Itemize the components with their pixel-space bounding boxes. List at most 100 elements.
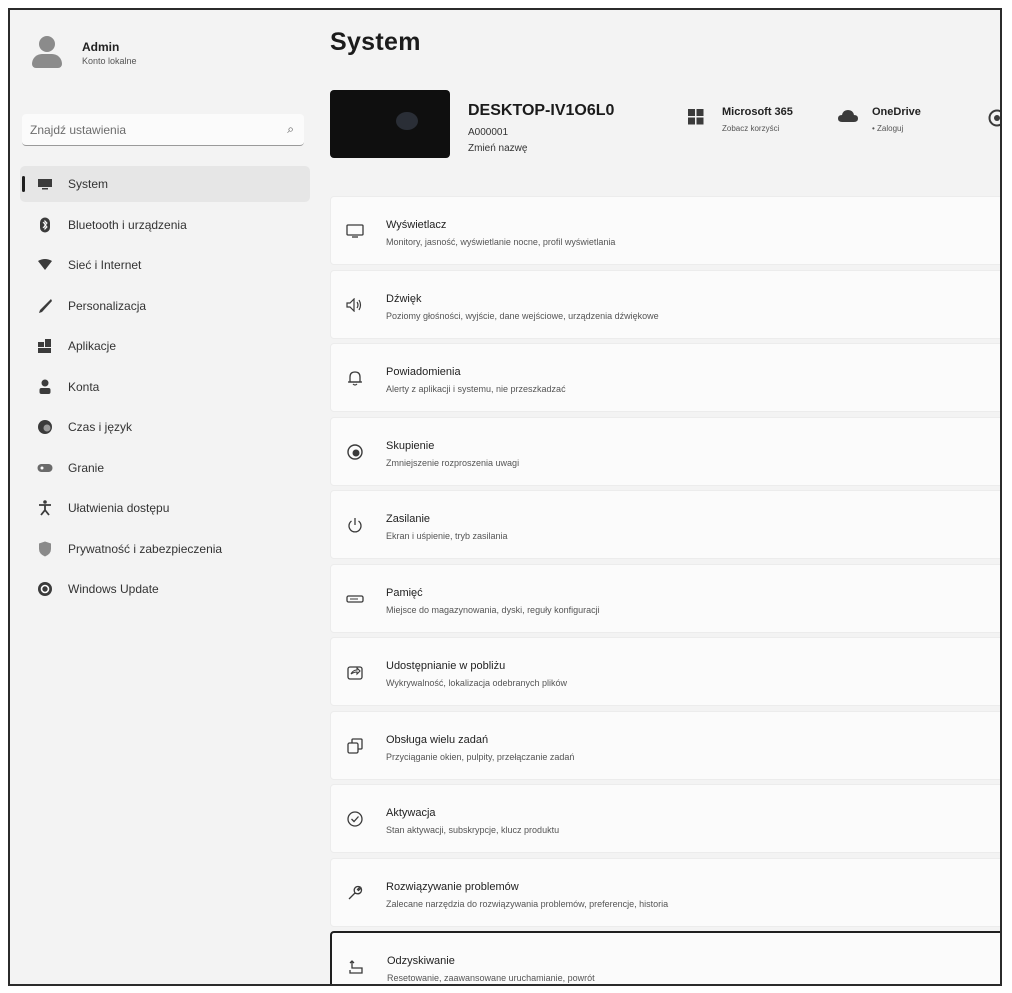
sidebar-item-apps[interactable]: Aplikacje <box>20 328 310 364</box>
rename-link[interactable]: Zmień nazwę <box>468 143 527 154</box>
sidebar-item-label: Personalizacja <box>68 298 147 313</box>
setting-description: Resetowanie, zaawansowane uruchamianie, … <box>387 973 595 983</box>
setting-row-storage[interactable]: Pamięć Miejsce do magazynowania, dyski, … <box>330 563 1000 633</box>
user-name: Admin <box>82 40 120 54</box>
avatar <box>30 36 64 70</box>
focus-icon <box>345 442 365 462</box>
device-banner: DESKTOP-IV1O6L0 A000001 Zmień nazwę Micr… <box>328 88 1000 168</box>
device-id: A000001 <box>468 127 509 138</box>
setting-title: Skupienie <box>386 439 435 452</box>
wrench-icon <box>345 883 365 903</box>
sidebar-item-label: Prywatność i zabezpieczenia <box>68 541 223 556</box>
windows-logo-icon <box>688 109 708 129</box>
cloud-icon <box>838 109 858 129</box>
setting-title: Obsługa wielu zadań <box>386 733 489 746</box>
setting-title: Zasilanie <box>386 513 431 525</box>
sidebar-item-label: System <box>68 177 109 191</box>
setting-row-display[interactable]: Wyświetlacz Monitory, jasność, wyświetla… <box>330 196 1000 265</box>
setting-description: Przyciąganie okien, pulpity, przełączani… <box>386 751 575 762</box>
monitor-icon <box>36 178 54 190</box>
sidebar-item-time-language[interactable]: Czas i język <box>20 409 310 445</box>
search-icon[interactable]: ⌕ <box>287 122 294 137</box>
setting-row-multitasking[interactable]: Obsługa wielu zadań Przyciąganie okien, … <box>330 710 1000 780</box>
onedrive-tile[interactable]: OneDrive • Zaloguj <box>838 106 921 133</box>
setting-description: Wykrywalność, lokalizacja odebranych pli… <box>386 678 567 688</box>
setting-title: Odzyskiwanie <box>387 955 455 967</box>
sidebar-item-label: Konta <box>68 379 100 394</box>
sidebar-item-label: Aplikacje <box>68 339 117 353</box>
user-profile[interactable]: Admin Konto lokalne <box>30 36 137 70</box>
multitasking-icon <box>345 736 365 756</box>
tile-title: Microsoft 365 <box>722 106 793 118</box>
update-icon <box>36 581 54 597</box>
setting-description: Zalecane narzędzia do rozwiązywania prob… <box>386 898 669 909</box>
setting-row-power[interactable]: Zasilanie Ekran i uśpienie, tryb zasilan… <box>330 490 1000 559</box>
setting-title: Wyświetlacz <box>386 219 447 231</box>
setting-description: Poziomy głośności, wyjście, dane wejścio… <box>386 310 659 321</box>
sidebar-item-label: Sieć i Internet <box>68 258 142 272</box>
sidebar-item-accounts[interactable]: Konta <box>20 369 310 405</box>
gamepad-icon <box>36 463 54 473</box>
main-content: System DESKTOP-IV1O6L0 A000001 Zmień naz… <box>328 10 1000 984</box>
microsoft-365-tile[interactable]: Microsoft 365 Zobacz korzyści <box>688 106 793 133</box>
sidebar-item-label: Granie <box>68 460 105 475</box>
setting-description: Stan aktywacji, subskrypcje, klucz produ… <box>386 825 560 835</box>
sidebar-item-network[interactable]: Sieć i Internet <box>20 247 310 283</box>
setting-title: Dźwięk <box>386 292 422 305</box>
storage-icon <box>345 589 365 609</box>
search-input[interactable] <box>28 121 288 138</box>
person-icon <box>36 379 54 395</box>
sidebar-item-label: Bluetooth i urządzenia <box>68 217 187 232</box>
recovery-icon <box>346 957 366 977</box>
sidebar-item-accessibility[interactable]: Ułatwienia dostępu <box>20 490 310 526</box>
bell-icon <box>345 368 365 388</box>
power-icon <box>345 515 365 535</box>
sidebar: Admin Konto lokalne ⌕ System Bluetooth i… <box>10 10 310 984</box>
setting-description: Ekran i uśpienie, tryb zasilania <box>386 531 508 541</box>
setting-row-nearby-sharing[interactable]: Udostępnianie w pobliżu Wykrywalność, lo… <box>330 637 1000 706</box>
setting-row-sound[interactable]: Dźwięk Poziomy głośności, wyjście, dane … <box>330 269 1000 339</box>
accessibility-icon <box>36 500 54 516</box>
sidebar-item-label: Ułatwienia dostępu <box>68 501 170 515</box>
tile-subtitle: • Zaloguj <box>872 124 904 133</box>
setting-description: Monitory, jasność, wyświetlanie nocne, p… <box>386 237 616 247</box>
setting-description: Zmniejszenie rozproszenia uwagi <box>386 457 520 468</box>
globe-clock-icon <box>36 419 54 435</box>
wifi-icon <box>36 259 54 271</box>
check-circle-icon <box>345 809 365 829</box>
device-name: DESKTOP-IV1O6L0 <box>468 102 615 119</box>
desktop-thumbnail <box>330 90 450 158</box>
bluetooth-icon <box>36 217 54 233</box>
sidebar-item-windows-update[interactable]: Windows Update <box>20 571 310 607</box>
brush-icon <box>36 298 54 314</box>
setting-row-recovery[interactable]: Odzyskiwanie Resetowanie, zaawansowane u… <box>330 931 1000 984</box>
sidebar-item-label: Windows Update <box>68 582 159 596</box>
setting-title: Aktywacja <box>386 807 436 819</box>
tile-subtitle: Zobacz korzyści <box>722 124 780 133</box>
setting-description: Alerty z aplikacji i systemu, nie przesz… <box>386 384 566 394</box>
tile-title: OneDrive <box>872 106 921 118</box>
setting-description: Miejsce do magazynowania, dyski, reguły … <box>386 604 600 615</box>
setting-title: Rozwiązywanie problemów <box>386 880 519 893</box>
sidebar-nav: System Bluetooth i urządzenia Sieć i Int… <box>20 166 310 612</box>
setting-row-notifications[interactable]: Powiadomienia Alerty z aplikacji i syste… <box>330 343 1000 412</box>
search-box: ⌕ <box>22 114 304 146</box>
sidebar-item-privacy[interactable]: Prywatność i zabezpieczenia <box>20 531 310 567</box>
sidebar-item-personalization[interactable]: Personalizacja <box>20 288 310 324</box>
setting-title: Udostępnianie w pobliżu <box>386 660 506 672</box>
setting-row-troubleshoot[interactable]: Rozwiązywanie problemów Zalecane narzędz… <box>330 857 1000 927</box>
page-title: System <box>330 28 421 56</box>
display-icon <box>345 221 365 241</box>
sidebar-item-bluetooth[interactable]: Bluetooth i urządzenia <box>20 207 310 243</box>
globe-icon <box>988 109 1000 129</box>
sidebar-item-system[interactable]: System <box>20 166 310 202</box>
nearby-share-icon <box>345 662 365 682</box>
setting-row-activation[interactable]: Aktywacja Stan aktywacji, subskrypcje, k… <box>330 784 1000 853</box>
more-tile[interactable] <box>988 106 1000 129</box>
setting-title: Powiadomienia <box>386 366 461 378</box>
apps-icon <box>36 339 54 353</box>
setting-row-focus[interactable]: Skupienie Zmniejszenie rozproszenia uwag… <box>330 416 1000 486</box>
shield-icon <box>36 541 54 557</box>
user-account-type: Konto lokalne <box>82 56 137 66</box>
sidebar-item-gaming[interactable]: Granie <box>20 450 310 486</box>
